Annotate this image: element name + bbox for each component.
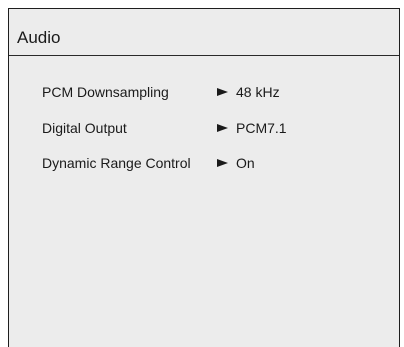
setting-label: Dynamic Range Control xyxy=(42,155,191,171)
setting-label: PCM Downsampling xyxy=(42,84,169,100)
right-pointer-icon xyxy=(217,124,228,132)
setting-value: On xyxy=(236,155,255,171)
setting-row-pcm-downsampling[interactable]: PCM Downsampling 48 kHz xyxy=(9,81,399,103)
menu-title: Audio xyxy=(17,28,61,47)
right-pointer-icon xyxy=(217,159,228,167)
setting-row-dynamic-range-control[interactable]: Dynamic Range Control On xyxy=(9,152,399,174)
setting-value: PCM7.1 xyxy=(236,120,287,136)
setting-label: Digital Output xyxy=(42,120,127,136)
header-divider xyxy=(9,55,399,56)
right-pointer-icon xyxy=(217,88,228,96)
setting-value: 48 kHz xyxy=(236,84,280,100)
setting-row-digital-output[interactable]: Digital Output PCM7.1 xyxy=(9,117,399,139)
menu-header: Audio xyxy=(9,9,399,56)
audio-settings-panel: Audio PCM Downsampling 48 kHz Digital Ou… xyxy=(8,8,400,347)
